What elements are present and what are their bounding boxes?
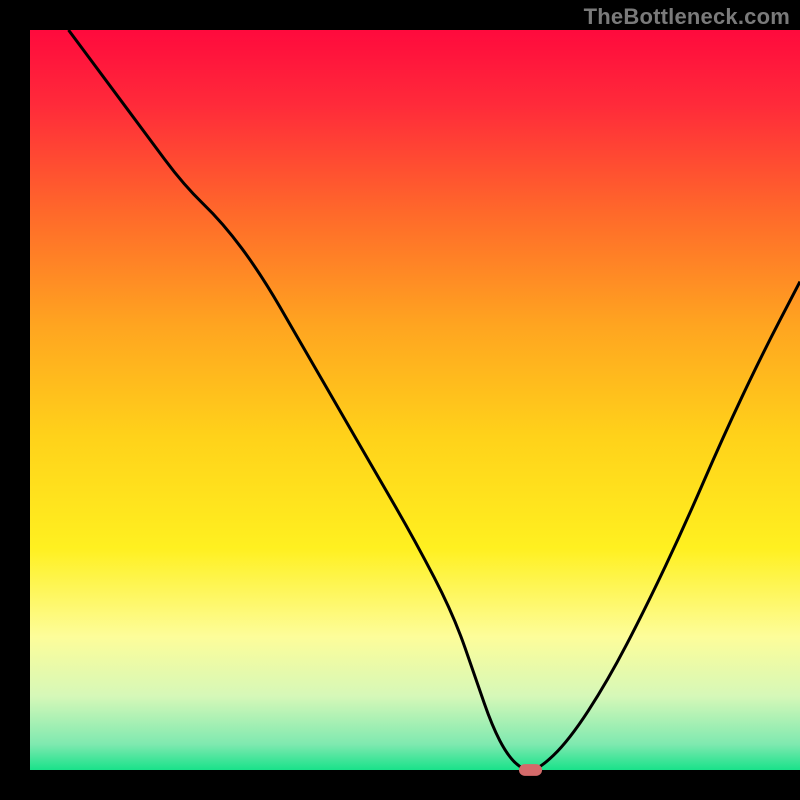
chart-container: TheBottleneck.com bbox=[0, 0, 800, 800]
optimal-point-marker bbox=[519, 764, 542, 776]
bottleneck-chart bbox=[0, 0, 800, 800]
watermark-text: TheBottleneck.com bbox=[584, 4, 790, 30]
chart-gradient-bg bbox=[30, 30, 800, 770]
